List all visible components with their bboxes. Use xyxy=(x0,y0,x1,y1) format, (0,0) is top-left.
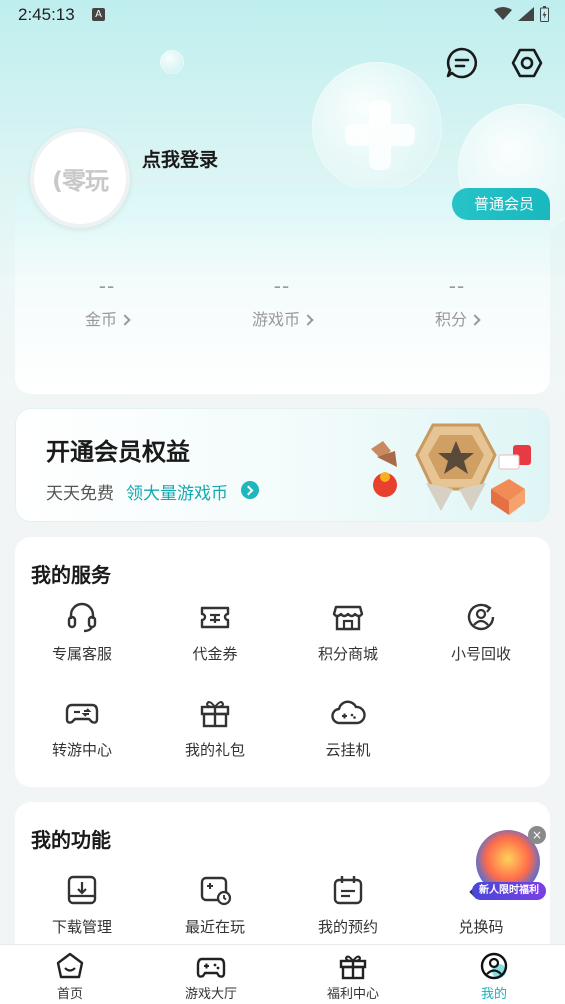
promo-tag: 新人限时福利 xyxy=(472,882,546,900)
store-icon xyxy=(332,605,364,631)
service-customer-support[interactable]: 专属客服 xyxy=(17,599,147,664)
vip-subtitle: 天天免费 xyxy=(46,484,114,504)
newcomer-promo-button[interactable]: 新人限时福利 × xyxy=(472,826,548,902)
headset-icon xyxy=(67,602,97,633)
service-label: 转游中心 xyxy=(51,741,112,759)
profile-icon xyxy=(480,952,508,980)
stat-label: 积分 xyxy=(434,310,467,329)
message-icon[interactable] xyxy=(443,44,481,82)
home-icon xyxy=(56,952,84,979)
vip-medal-illustration xyxy=(371,423,531,515)
stat-points[interactable]: -- 积分 xyxy=(387,274,527,330)
status-bar: 2:45:13 A xyxy=(0,0,565,32)
function-label: 我的预约 xyxy=(317,918,378,936)
stat-value: -- xyxy=(448,274,466,298)
function-label: 下载管理 xyxy=(51,918,112,936)
avatar[interactable]: (零玩 xyxy=(30,128,130,228)
service-voucher[interactable]: 代金券 xyxy=(150,599,280,664)
nav-game-hall[interactable]: 游戏大厅 xyxy=(161,951,261,1002)
nav-label: 我的 xyxy=(480,987,507,1002)
chevron-right-icon xyxy=(119,314,131,326)
cloud-game-icon xyxy=(331,700,366,725)
service-account-recycle[interactable]: 小号回收 xyxy=(416,599,546,664)
voucher-icon xyxy=(200,606,230,629)
service-label: 小号回收 xyxy=(450,645,511,663)
stat-label: 金币 xyxy=(84,310,117,329)
close-icon[interactable]: × xyxy=(528,826,546,844)
wifi-icon xyxy=(494,7,512,20)
function-my-reservations[interactable]: 我的预约 xyxy=(283,872,413,937)
function-download-manager[interactable]: 下载管理 xyxy=(17,872,147,937)
calendar-icon xyxy=(333,876,363,905)
functions-section: 我的功能 下载管理 最近在玩 我的预约 兑换码 xyxy=(15,802,550,962)
settings-icon[interactable] xyxy=(508,44,546,82)
nav-welfare-center[interactable]: 福利中心 xyxy=(303,951,403,1002)
vip-title: 开通会员权益 xyxy=(46,438,190,466)
game-hall-icon xyxy=(196,957,226,978)
nav-home[interactable]: 首页 xyxy=(20,951,120,1002)
service-my-gifts[interactable]: 我的礼包 xyxy=(150,695,280,760)
battery-icon xyxy=(540,6,549,22)
nav-label: 首页 xyxy=(56,987,83,1002)
function-label: 最近在玩 xyxy=(184,918,245,936)
status-time: 2:45:13 xyxy=(18,5,75,24)
chevron-right-icon xyxy=(302,314,314,326)
recent-play-icon xyxy=(200,876,232,906)
service-label: 专属客服 xyxy=(51,645,112,663)
login-link[interactable]: 点我登录 xyxy=(142,145,218,172)
notification-icon: A xyxy=(92,8,105,21)
service-cloud-hosting[interactable]: 云挂机 xyxy=(283,695,413,760)
service-label: 代金券 xyxy=(192,645,238,663)
stat-value: -- xyxy=(98,274,116,298)
section-title: 我的功能 xyxy=(31,828,111,852)
service-label: 我的礼包 xyxy=(184,741,245,759)
chevron-right-icon xyxy=(469,314,481,326)
service-label: 云挂机 xyxy=(325,741,371,759)
avatar-logo: (零玩 xyxy=(52,166,109,195)
arrow-right-icon xyxy=(241,481,259,499)
vip-highlight: 领大量游戏币 xyxy=(126,484,228,504)
services-section: 我的服务 专属客服 代金券 积分商城 小号回收 转游中心 我的礼包 云挂机 xyxy=(15,537,550,787)
status-icons xyxy=(494,6,549,22)
decoration-plus-icon xyxy=(345,100,415,170)
service-transfer-center[interactable]: 转游中心 xyxy=(17,695,147,760)
gift-icon xyxy=(339,955,367,980)
function-label: 兑换码 xyxy=(458,918,504,936)
nav-label: 游戏大厅 xyxy=(184,987,237,1002)
stat-coins[interactable]: -- 金币 xyxy=(37,274,177,330)
stat-game-coins[interactable]: -- 游戏币 xyxy=(212,274,352,330)
gamepad-icon xyxy=(65,703,99,724)
vip-banner[interactable]: 开通会员权益 天天免费 领大量游戏币 xyxy=(15,408,550,522)
service-points-mall[interactable]: 积分商城 xyxy=(283,599,413,664)
nav-label: 福利中心 xyxy=(326,987,379,1002)
function-recent-play[interactable]: 最近在玩 xyxy=(150,872,280,937)
nav-profile[interactable]: 我的 xyxy=(444,951,544,1002)
recycle-user-icon xyxy=(467,603,495,631)
download-icon xyxy=(67,875,97,905)
stat-value: -- xyxy=(273,274,291,298)
bottom-navigation: 首页 游戏大厅 福利中心 我的 xyxy=(0,944,565,1004)
section-title: 我的服务 xyxy=(31,563,111,587)
signal-icon xyxy=(518,7,534,21)
service-label: 积分商城 xyxy=(317,645,378,663)
gift-icon xyxy=(200,701,230,728)
decoration-dot xyxy=(160,50,184,74)
member-level-badge: 普通会员 xyxy=(451,188,550,220)
stat-label: 游戏币 xyxy=(251,310,300,329)
